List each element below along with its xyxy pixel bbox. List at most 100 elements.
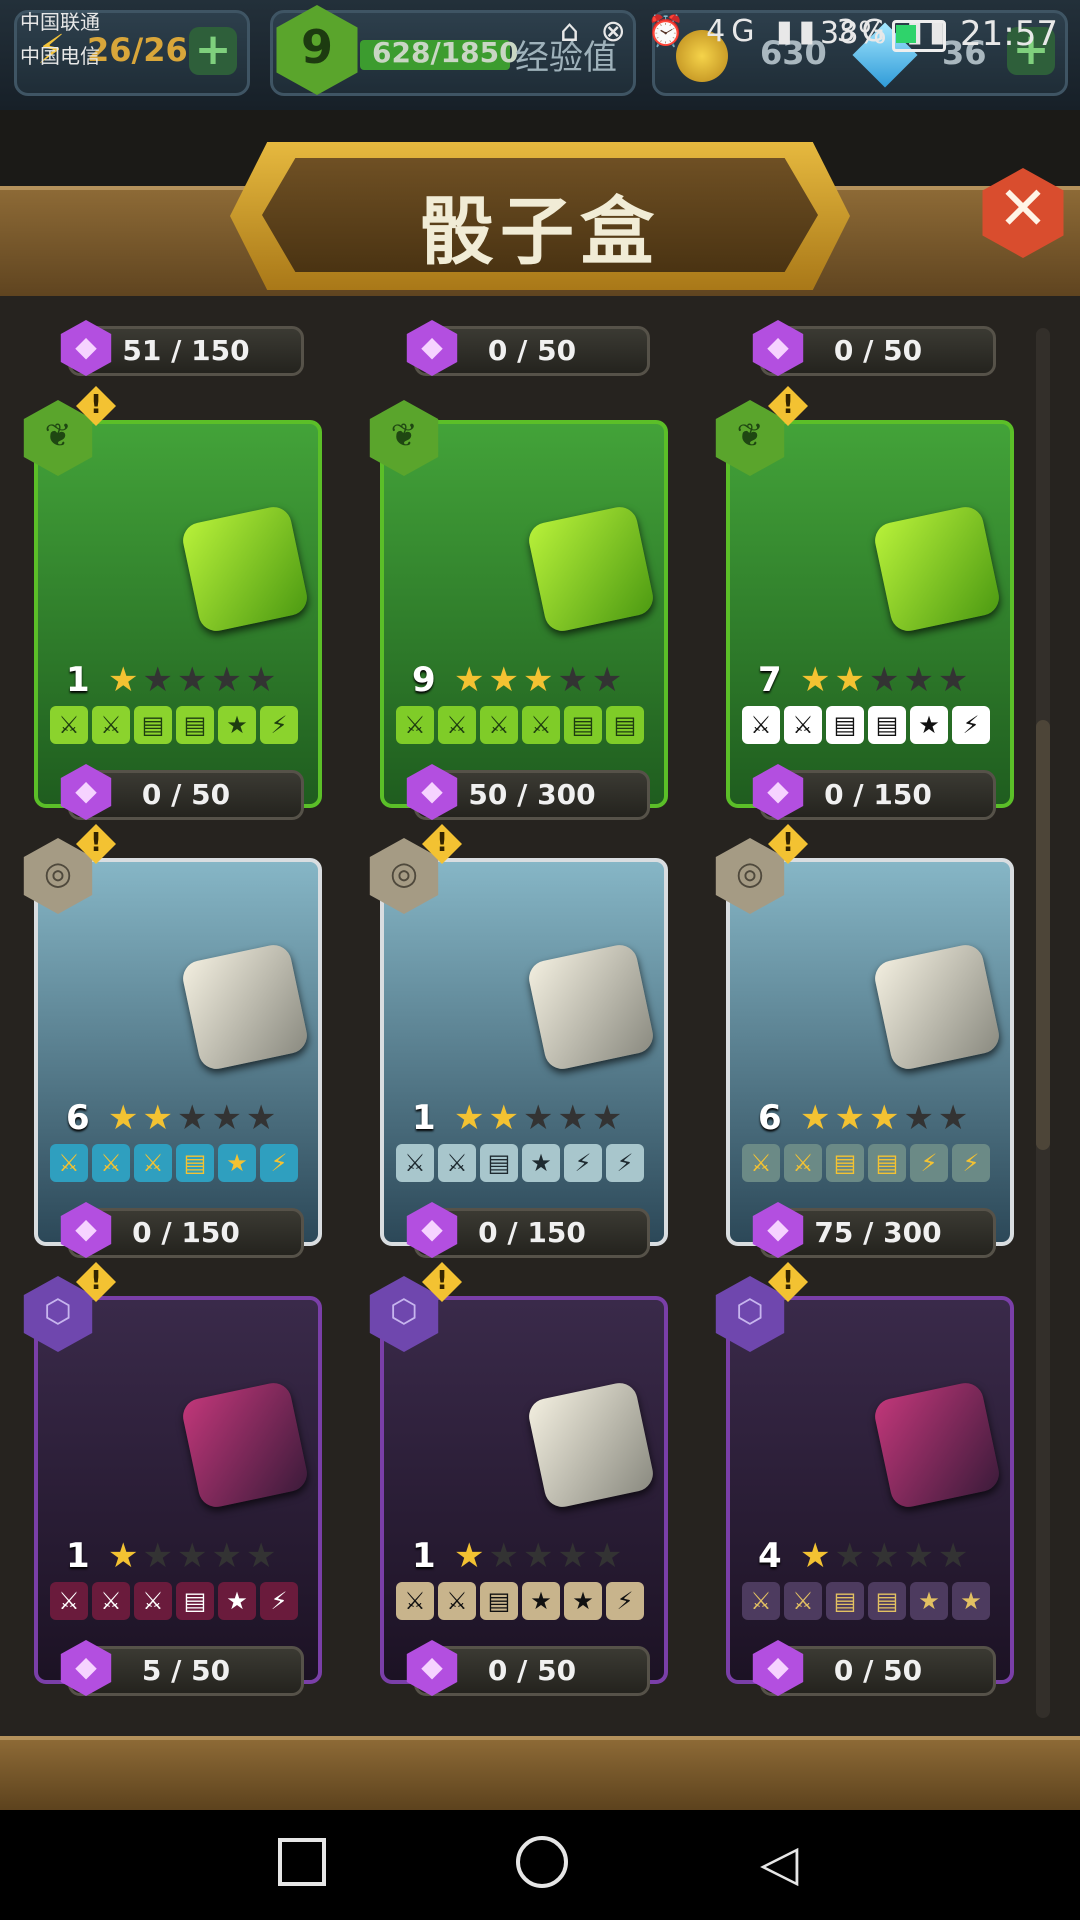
dice-face-icon: ⚔	[742, 1144, 780, 1182]
dice-level: 1	[412, 1098, 436, 1138]
dice-face-icon: ★	[952, 1582, 990, 1620]
status-bar: 中国联通 中国电信 ⌂ ⊗ ⏰ 4G ▮▮ 3G ▮▮ 38% 21:57	[0, 0, 1080, 72]
battery-percent: 38%	[820, 16, 887, 51]
dice-stars: ★★★★★	[108, 1536, 280, 1576]
class-icon: ⬡	[390, 1292, 418, 1330]
dice-face-icon: ⚔	[784, 1582, 822, 1620]
dice-stars: ★★★★★	[454, 660, 626, 700]
dice-face-icon: ★	[218, 1144, 256, 1182]
dice-face-icon: ★	[910, 1582, 948, 1620]
class-icon: ◎	[44, 854, 72, 892]
dice-face-icon: ⚡	[606, 1582, 644, 1620]
star-empty-icon: ★★★★	[142, 1536, 281, 1576]
star-filled-icon: ★★★	[454, 660, 558, 700]
dice-icon	[525, 503, 657, 635]
dice-face-icon: ⚔	[92, 1144, 130, 1182]
dice-face-icon: ⚔	[438, 1582, 476, 1620]
dice-face-icon: ⚔	[50, 1144, 88, 1182]
dice-card[interactable]: 9 ★★★★★ ⚔ ⚔ ⚔ ⚔ ▤ ▤	[380, 420, 668, 808]
dice-level: 6	[66, 1098, 90, 1138]
dice-faces: ⚔ ⚔ ▤ ▤ ★ ⚡	[742, 706, 990, 746]
dice-face-icon: ⚔	[92, 706, 130, 744]
dice-level: 9	[412, 660, 436, 700]
dice-face-icon: ▤	[868, 1144, 906, 1182]
star-filled-icon: ★	[800, 1536, 835, 1576]
dice-stars: ★★★★★	[800, 1098, 972, 1138]
dice-face-icon: ⚡	[952, 1144, 990, 1182]
dice-card[interactable]: 7 ★★★★★ ⚔ ⚔ ▤ ▤ ★ ⚡	[726, 420, 1014, 808]
star-filled-icon: ★★	[108, 1098, 177, 1138]
dice-icon	[525, 941, 657, 1073]
dice-icon	[179, 503, 311, 635]
dice-face-icon: ⚔	[134, 1144, 172, 1182]
dice-face-icon: ★	[522, 1582, 560, 1620]
dice-faces: ⚔ ⚔ ▤ ★ ★ ⚡	[396, 1582, 644, 1622]
class-icon: ◎	[390, 854, 418, 892]
scrollbar-thumb[interactable]	[1036, 720, 1050, 1150]
star-empty-icon: ★★★★	[488, 1536, 627, 1576]
dice-face-icon: ⚔	[396, 1582, 434, 1620]
class-icon: ❦	[44, 416, 72, 454]
star-empty-icon: ★★★	[176, 1098, 281, 1138]
dice-face-icon: ▤	[868, 1582, 906, 1620]
dice-stars: ★★★★★	[108, 660, 280, 700]
carrier-1: 中国联通	[20, 10, 100, 34]
dice-stars: ★★★★★	[800, 660, 972, 700]
dice-faces: ⚔ ⚔ ▤ ▤ ⚡ ⚡	[742, 1144, 990, 1184]
dice-face-icon: ⚔	[784, 1144, 822, 1182]
dice-card[interactable]: 4 ★★★★★ ⚔ ⚔ ▤ ▤ ★ ★	[726, 1296, 1014, 1684]
dice-face-icon: ⚔	[50, 1582, 88, 1620]
dice-face-icon: ⚔	[438, 706, 476, 744]
dice-faces: ⚔ ⚔ ⚔ ▤ ★ ⚡	[50, 1582, 298, 1622]
dice-stars: ★★★★★	[454, 1536, 626, 1576]
dice-stars: ★★★★★	[454, 1098, 626, 1138]
dice-face-icon: ▤	[868, 706, 906, 744]
carrier-2: 中国电信	[20, 44, 100, 68]
dice-face-icon: ▤	[826, 1582, 864, 1620]
star-empty-icon: ★★	[557, 660, 627, 700]
dice-face-icon: ▤	[606, 706, 644, 744]
class-icon: ⬡	[44, 1292, 72, 1330]
dice-card[interactable]: 1 ★★★★★ ⚔ ⚔ ⚔ ▤ ★ ⚡	[34, 1296, 322, 1684]
dice-face-icon: ⚔	[438, 1144, 476, 1182]
dice-card[interactable]: 1 ★★★★★ ⚔ ⚔ ▤ ▤ ★ ⚡	[34, 420, 322, 808]
home-button[interactable]	[516, 1836, 568, 1888]
dice-card[interactable]: 6 ★★★★★ ⚔ ⚔ ▤ ▤ ⚡ ⚡	[726, 858, 1014, 1246]
dice-level: 1	[66, 1536, 90, 1576]
dice-face-icon: ⚡	[952, 706, 990, 744]
dice-face-icon: ▤	[564, 706, 602, 744]
dice-faces: ⚔ ⚔ ▤ ▤ ★ ⚡	[50, 706, 298, 746]
dice-face-icon: ★	[564, 1582, 602, 1620]
dice-stars: ★★★★★	[108, 1098, 280, 1138]
dice-level: 4	[758, 1536, 782, 1576]
dice-face-icon: ⚔	[522, 706, 560, 744]
dice-faces: ⚔ ⚔ ⚔ ⚔ ▤ ▤	[396, 706, 644, 746]
star-empty-icon: ★★★★	[834, 1536, 973, 1576]
recent-apps-button[interactable]	[278, 1838, 326, 1886]
class-icon: ⬡	[736, 1292, 764, 1330]
class-icon: ❦	[736, 416, 764, 454]
bottom-plank	[0, 1736, 1080, 1814]
dice-face-icon: ⚔	[134, 1582, 172, 1620]
dice-face-icon: ★	[910, 706, 948, 744]
dice-face-icon: ⚔	[92, 1582, 130, 1620]
dice-face-icon: ▤	[176, 1582, 214, 1620]
dice-face-icon: ★	[218, 706, 256, 744]
dice-card[interactable]: 6 ★★★★★ ⚔ ⚔ ⚔ ▤ ★ ⚡	[34, 858, 322, 1246]
dice-level: 1	[66, 660, 90, 700]
dice-card[interactable]: 1 ★★★★★ ⚔ ⚔ ▤ ★ ⚡ ⚡	[380, 858, 668, 1246]
dice-face-icon: ⚔	[50, 706, 88, 744]
star-filled-icon: ★	[454, 1536, 489, 1576]
back-button[interactable]: ◁	[760, 1834, 798, 1892]
dice-face-icon: ▤	[826, 706, 864, 744]
dice-icon	[871, 1379, 1003, 1511]
clock: 21:57	[960, 14, 1058, 54]
class-icon: ❦	[390, 416, 418, 454]
dice-face-icon: ⚔	[396, 706, 434, 744]
dice-face-icon: ⚔	[742, 1582, 780, 1620]
dice-icon	[525, 1379, 657, 1511]
star-empty-icon: ★★★★	[142, 660, 281, 700]
dice-faces: ⚔ ⚔ ▤ ★ ⚡ ⚡	[396, 1144, 644, 1184]
dice-card[interactable]: 1 ★★★★★ ⚔ ⚔ ▤ ★ ★ ⚡	[380, 1296, 668, 1684]
dice-face-icon: ★	[522, 1144, 560, 1182]
